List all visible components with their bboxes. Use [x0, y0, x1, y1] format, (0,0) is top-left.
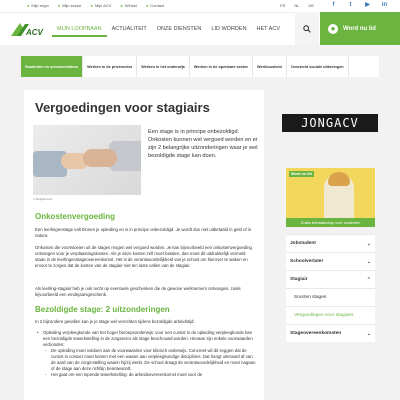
utility-link-shop[interactable]: ● Winkel: [120, 3, 136, 8]
subnav-education[interactable]: Werken in het onderwijs: [137, 56, 190, 77]
utility-link-my-acv[interactable]: ● Mijn ACV: [91, 3, 112, 8]
pin-icon: ●: [57, 3, 61, 8]
acv-logo[interactable]: ACV: [9, 20, 45, 40]
nav-items: MIJN LOOPBAAN ACTUALITEIT ONZE DIENSTEN …: [52, 26, 285, 37]
list-item: De opleiding moet voldoen aan de voorwaa…: [35, 348, 257, 372]
article-intro: Een stage is in principe onbezoldigd. On…: [148, 129, 258, 159]
nav-item-about[interactable]: HET ACV: [252, 26, 285, 37]
side-navigation: Jobstudent ⌄ Schoolverlater ⌄ Stagiair ⌃…: [286, 234, 375, 342]
chevron-up-icon: ⌃: [366, 276, 371, 283]
paragraph: Een leerlingenstage valt binnen je oplei…: [35, 227, 252, 238]
utility-links: ● Mijn regio ● Mijn sector ● Mijn ACV ● Wink…: [27, 3, 164, 8]
chevron-down-icon: ⌄: [366, 240, 371, 247]
subnav-private-sector[interactable]: Werken in de privésector: [83, 56, 138, 77]
utility-link-sector[interactable]: ● Mijn sector: [58, 3, 82, 8]
social-links: f t ▶ in: [330, 2, 388, 9]
chevron-down-icon: ⌄: [366, 330, 371, 337]
mail-icon: ●: [145, 3, 149, 8]
linkedin-icon[interactable]: in: [381, 2, 388, 9]
section-heading-expenses: Onkostenvergoeding: [35, 212, 116, 221]
nav-item-join[interactable]: LID WORDEN: [206, 26, 251, 37]
side-item-intern[interactable]: Stagiair ⌃: [286, 270, 375, 288]
chevron-down-icon: ⌄: [366, 258, 371, 265]
paragraph: In 2 bijzondere gevallen kan je je stage…: [35, 319, 195, 324]
cart-icon: ●: [120, 3, 123, 8]
promo-tag: Word nu lid: [289, 171, 314, 177]
subnav-students[interactable]: Studenten en schoolverlaters: [21, 56, 84, 77]
utility-link-region[interactable]: ● Mijn regio: [27, 3, 49, 8]
list-item: Opleiding verpleegkunde van het hoger be…: [35, 330, 257, 348]
exceptions-list: Opleiding verpleegkunde van het hoger be…: [35, 330, 257, 378]
user-icon: ●: [90, 3, 93, 8]
user-icon: ●: [328, 23, 338, 34]
subnav-public-sector[interactable]: Werken in de openbare sector: [190, 56, 254, 77]
twitter-icon[interactable]: t: [347, 2, 354, 9]
promo-caption[interactable]: Gratis lidmaatschap voor studenten: [286, 218, 375, 227]
subnav-unemployment[interactable]: Werkloosheid: [253, 56, 287, 77]
sub-navigation: Studenten en schoolverlaters Werken in d…: [21, 56, 379, 77]
jong-acv-logo[interactable]: JONGACV: [282, 114, 378, 132]
page-title: Vergoedingen voor stagiairs: [35, 100, 210, 115]
utility-bar: ● Mijn regio ● Mijn sector ● Mijn ACV ● Wink…: [0, 0, 400, 12]
side-item-internship-agreements[interactable]: Stageovereenkomsten ⌄: [286, 324, 375, 342]
youtube-icon[interactable]: ▶: [364, 2, 371, 9]
search-button[interactable]: [295, 12, 319, 45]
subnav-benefits[interactable]: Overzicht sociale uitkeringen: [287, 56, 349, 77]
join-now-button[interactable]: ● Word nu lid: [320, 12, 400, 45]
side-item-jobstudent[interactable]: Jobstudent ⌄: [286, 234, 375, 252]
paragraph: Als leerling-stagiair heb je ook recht o…: [35, 286, 241, 297]
paragraph: Onkosten die voortvloeien uit de stages …: [35, 245, 252, 268]
promo-banner[interactable]: Word nu lid: [286, 168, 375, 218]
pin-icon: ●: [27, 3, 30, 8]
section-heading-paid-internship: Bezoldigde stage: 2 uitzonderingen: [35, 305, 170, 314]
lang-de[interactable]: DE: [308, 3, 314, 8]
article: Vergoedingen voor stagiairs © Belga/Isto…: [24, 90, 264, 400]
search-icon: [303, 24, 311, 33]
language-switcher: FR NL DE: [280, 3, 314, 8]
facebook-icon[interactable]: f: [330, 2, 337, 9]
svg-text:ACV: ACV: [25, 28, 44, 37]
lang-nl[interactable]: NL: [294, 3, 299, 8]
side-item-intern-compensation[interactable]: Vergoedingen voor stagiairs: [286, 306, 375, 324]
photo-credit: © Belga/Istock: [33, 197, 53, 201]
side-item-internship-types[interactable]: Soorten stages: [286, 288, 375, 306]
nav-item-services[interactable]: ONZE DIENSTEN: [152, 26, 207, 37]
list-item: Het gaat om een lopende tewerkstelling: …: [35, 372, 257, 378]
utility-link-contact[interactable]: ● Contact: [146, 3, 164, 8]
side-item-school-leaver[interactable]: Schoolverlater ⌄: [286, 252, 375, 270]
nav-item-news[interactable]: ACTUALITEIT: [107, 26, 152, 37]
nav-item-my-career[interactable]: MIJN LOOPBAAN: [52, 26, 107, 37]
article-image: [33, 125, 141, 195]
lang-fr[interactable]: FR: [280, 3, 285, 8]
